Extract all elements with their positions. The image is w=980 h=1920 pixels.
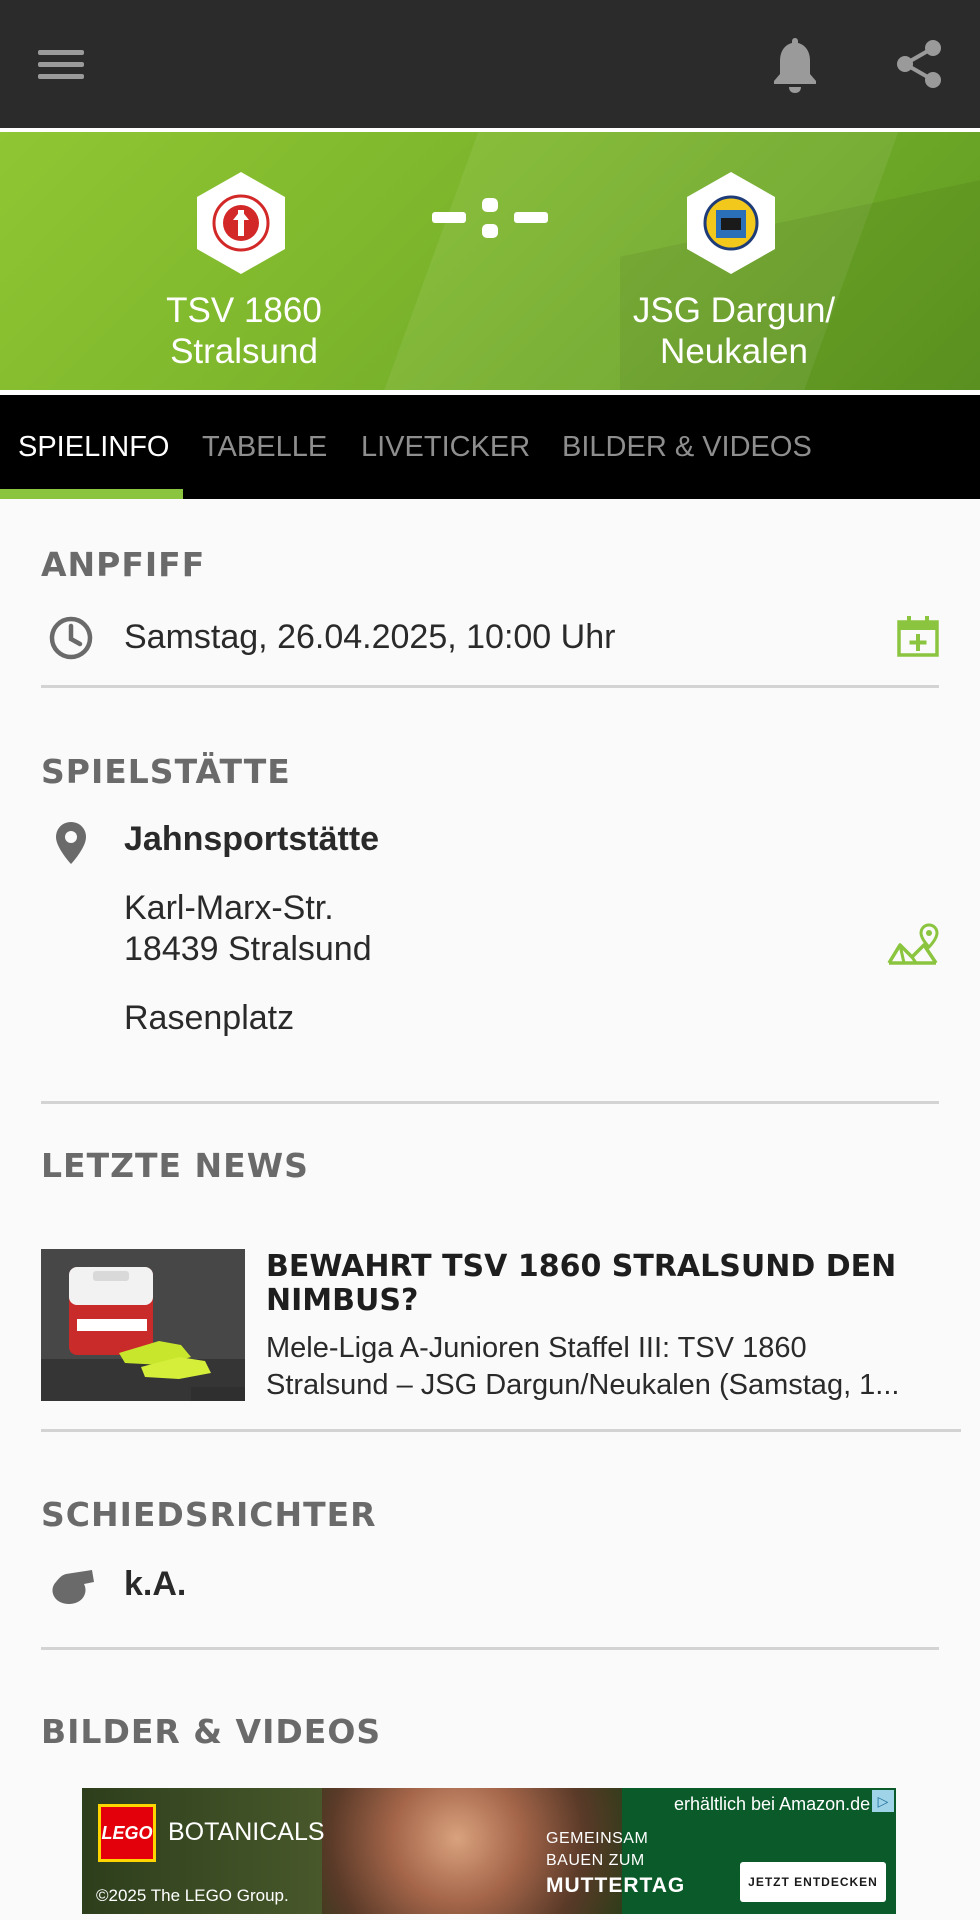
news-heading: LETZTE NEWS (41, 1146, 309, 1185)
venue-name[interactable]: Jahnsportstätte (124, 820, 379, 859)
tab-liveticker[interactable]: LIVETICKER (361, 431, 530, 464)
location-pin-icon (54, 820, 88, 871)
divider (41, 685, 939, 688)
news-subtitle-line2: Stralsund – JSG Dargun/Neukalen (Samstag… (266, 1369, 900, 1401)
advertisement-banner[interactable]: LEGO BOTANICALS ©2025 The LEGO Group. er… (82, 1788, 896, 1914)
away-team-crest[interactable] (683, 170, 779, 276)
kickoff-datetime: Samstag, 26.04.2025, 10:00 Uhr (124, 618, 616, 656)
ad-availability: erhältlich bei Amazon.de (674, 1794, 871, 1814)
ad-copyright: ©2025 The LEGO Group. (96, 1886, 289, 1905)
ad-product: BOTANICALS (168, 1818, 325, 1846)
away-team-name-line2: Neukalen (660, 332, 808, 371)
whistle-icon (48, 1566, 96, 1611)
news-subtitle[interactable]: Mele-Liga A-Junioren Staffel III: TSV 18… (266, 1330, 946, 1404)
home-team-name-line2: Stralsund (170, 332, 318, 371)
hamburger-menu-icon[interactable] (38, 50, 84, 80)
home-team-crest[interactable] (193, 170, 289, 276)
tab-tabelle[interactable]: TABELLE (202, 431, 327, 464)
tab-bilder-videos[interactable]: BILDER & VIDEOS (562, 431, 812, 464)
lego-logo: LEGO (98, 1804, 156, 1862)
ad-cta-button[interactable]: JETZT ENTDECKEN (740, 1862, 886, 1902)
bell-icon[interactable] (770, 34, 820, 94)
divider (41, 1429, 961, 1432)
news-subtitle-line1: Mele-Liga A-Junioren Staffel III: TSV 18… (266, 1332, 807, 1364)
active-tab-indicator (0, 489, 183, 499)
home-team-name[interactable]: TSV 1860 Stralsund (94, 290, 394, 372)
media-heading: BILDER & VIDEOS (41, 1712, 382, 1751)
top-app-bar (0, 0, 980, 128)
venue-heading: SPIELSTÄTTE (41, 752, 291, 791)
referee-name: k.A. (124, 1565, 187, 1603)
score-placeholder (430, 194, 550, 244)
home-team-name-line1: TSV 1860 (166, 291, 322, 330)
kickoff-heading: ANPFIFF (41, 545, 206, 584)
venue-street: Karl-Marx-Str. (124, 889, 334, 927)
news-thumbnail[interactable] (41, 1249, 245, 1401)
venue-surface: Rasenplatz (124, 999, 295, 1037)
away-team-name-line1: JSG Dargun/ (632, 291, 836, 330)
share-icon[interactable] (895, 38, 943, 90)
venue-city: 18439 Stralsund (124, 930, 372, 968)
divider (41, 1647, 939, 1650)
news-title[interactable]: BEWAHRT TSV 1860 STRALSUND DEN NIMBUS? (266, 1250, 946, 1318)
ad-line1: GEMEINSAM (546, 1830, 649, 1847)
referee-heading: SCHIEDSRICHTER (41, 1495, 377, 1534)
match-header: TSV 1860 Stralsund JSG Dargun/ Neukalen (0, 132, 980, 390)
map-route-icon[interactable] (886, 923, 940, 972)
clock-icon (48, 615, 94, 666)
calendar-add-icon[interactable] (896, 614, 940, 663)
adchoices-icon[interactable]: ▷ (872, 1790, 894, 1812)
tab-spielinfo[interactable]: SPIELINFO (18, 431, 170, 464)
ad-line2: BAUEN ZUM (546, 1852, 645, 1869)
away-team-name[interactable]: JSG Dargun/ Neukalen (584, 290, 884, 372)
tab-bar: SPIELINFO TABELLE LIVETICKER BILDER & VI… (0, 395, 980, 499)
divider (41, 1101, 939, 1104)
ad-line3: MUTTERTAG (546, 1874, 686, 1897)
